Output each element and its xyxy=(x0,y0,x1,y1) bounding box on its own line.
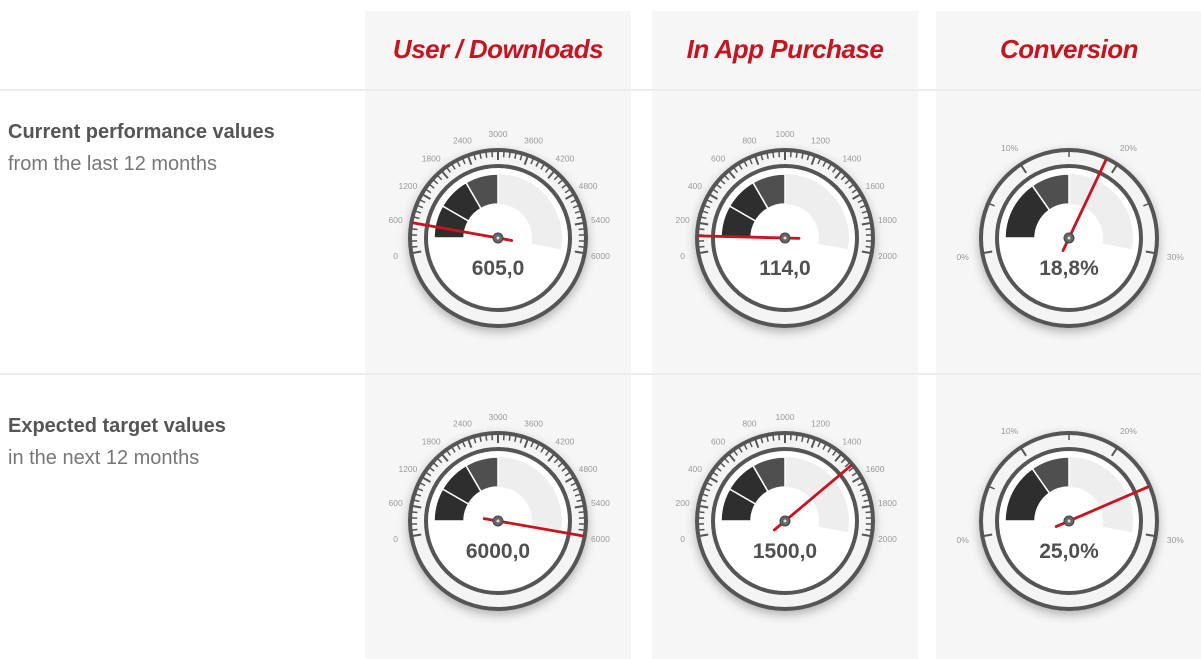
gauge-value: 18,8% xyxy=(1039,257,1099,280)
column-header-purchase: In App Purchase xyxy=(686,34,884,64)
gauge-tick xyxy=(697,245,705,248)
gauge-tick-label: 1200 xyxy=(811,418,830,428)
gauge-purchase-current: 0 200 400 600 800 1000 1200 1400 1600 1800 2000 11… xyxy=(660,113,910,363)
gauge-needle-hub-center xyxy=(783,519,787,523)
gauge-tick-label: 800 xyxy=(742,135,756,145)
gauge-dial: 0200400600800100012001400160018002000 xyxy=(675,412,897,611)
gauge-tick-label: 1400 xyxy=(842,153,861,163)
header-divider xyxy=(0,89,1201,91)
gauge-tick-label: 5400 xyxy=(591,498,610,508)
gauge-tick-label: 20% xyxy=(1120,143,1137,153)
gauge-tick-label: 600 xyxy=(388,498,402,508)
gauge-tick xyxy=(697,228,705,231)
gauge-tick xyxy=(508,150,511,158)
gauge-tick xyxy=(578,511,586,514)
gauge-tick-label: 20% xyxy=(1120,426,1137,436)
gauge-tick xyxy=(772,433,775,441)
gauge-conversion-target: 0% 10% 20% 30% 25,0% xyxy=(944,396,1194,646)
gauge-dial: 0%10% 20%30% xyxy=(956,143,1184,328)
gauge-tick-label: 3000 xyxy=(489,129,508,139)
gauge-tick xyxy=(410,245,418,248)
gauge-tick xyxy=(865,528,873,531)
gauge-dial: 0%10% 20%30% xyxy=(956,426,1184,611)
row-label-target: Expected target values in the next 12 mo… xyxy=(8,410,226,474)
gauge-tick-label: 1000 xyxy=(776,129,795,139)
gauge-tick-label: 3600 xyxy=(524,418,543,428)
gauge-tick xyxy=(410,528,418,531)
gauge-tick xyxy=(697,528,705,531)
gauge-tick xyxy=(795,150,798,158)
gauge-value: 605,0 xyxy=(471,257,525,280)
gauge-tick-label: 600 xyxy=(388,215,402,225)
gauge-tick xyxy=(772,150,775,158)
gauge-tick-label: 2400 xyxy=(453,418,472,428)
gauge-tick-label: 10% xyxy=(1001,426,1018,436)
gauge-dial: 0200400600800100012001400160018002000 xyxy=(675,129,897,328)
row-label-current: Current performance values from the last… xyxy=(8,116,275,180)
gauge-tick-label: 1600 xyxy=(866,464,885,474)
gauge-tick-label: 5400 xyxy=(591,215,610,225)
gauge-tick-label: 10% xyxy=(1001,143,1018,153)
gauge-needle-hub-center xyxy=(1067,519,1071,523)
gauge-needle-hub-center xyxy=(1067,236,1071,240)
row-title-target: Expected target values xyxy=(8,415,226,437)
gauge-needle-hub-center xyxy=(783,236,787,240)
gauge-tick-label: 1800 xyxy=(878,215,897,225)
gauge-downloads-target: 0 600 1200 1800 2400 3000 3600 4200 4800 5400 6000… xyxy=(373,396,623,646)
gauge-tick-label: 1800 xyxy=(422,436,441,446)
gauge-tick xyxy=(578,528,586,531)
gauge-tick-label: 400 xyxy=(688,464,702,474)
gauge-tick xyxy=(697,511,705,514)
gauge-tick xyxy=(410,511,418,514)
gauge-tick-label: 4800 xyxy=(579,181,598,191)
gauge-tick-label: 200 xyxy=(675,498,689,508)
gauge-tick xyxy=(485,150,488,158)
gauge-tick xyxy=(410,228,418,231)
row-subtitle-current: from the last 12 months xyxy=(8,153,217,175)
gauge-dial: 0600120018002400300036004200480054006000 xyxy=(388,129,610,328)
gauge-tick-label: 600 xyxy=(711,436,725,446)
gauge-tick xyxy=(578,245,586,248)
gauge-tick xyxy=(795,433,798,441)
row-divider xyxy=(0,373,1201,375)
gauge-purchase-target: 0 200 400 600 800 1000 1200 1400 1600 1800 2000 15… xyxy=(660,396,910,646)
gauge-tick-label: 1800 xyxy=(422,153,441,163)
gauge-tick-label: 1200 xyxy=(398,464,417,474)
column-header-conversion: Conversion xyxy=(999,34,1139,64)
gauge-tick-label: 1400 xyxy=(842,436,861,446)
gauge-tick xyxy=(508,433,511,441)
gauge-needle-hub-center xyxy=(496,236,500,240)
gauge-tick xyxy=(578,228,586,231)
gauge-tick-label: 4200 xyxy=(555,436,574,446)
gauge-tick-label: 2400 xyxy=(453,135,472,145)
gauge-tick-label: 1600 xyxy=(866,181,885,191)
gauge-value: 25,0% xyxy=(1039,540,1099,563)
gauge-value: 6000,0 xyxy=(465,540,531,563)
gauge-tick xyxy=(865,511,873,514)
gauge-value: 114,0 xyxy=(759,257,811,280)
gauge-tick-label: 200 xyxy=(675,215,689,225)
gauge-dial: 0600120018002400300036004200480054006000 xyxy=(388,412,610,611)
gauge-tick-label: 4200 xyxy=(555,153,574,163)
gauge-tick-label: 1000 xyxy=(776,412,795,422)
gauge-tick-label: 1200 xyxy=(398,181,417,191)
gauge-tick-label: 800 xyxy=(742,418,756,428)
gauge-value: 1500,0 xyxy=(752,540,818,563)
gauge-needle-hub-center xyxy=(496,519,500,523)
column-header-downloads: User / Downloads xyxy=(392,34,604,64)
gauge-tick-label: 4800 xyxy=(579,464,598,474)
gauge-tick-label: 600 xyxy=(711,153,725,163)
gauge-tick xyxy=(865,228,873,231)
gauge-conversion-current: 0% 10% 20% 30% 18,8% xyxy=(944,113,1194,363)
gauge-tick-label: 3600 xyxy=(524,135,543,145)
gauge-tick-label: 400 xyxy=(688,181,702,191)
gauge-tick xyxy=(485,433,488,441)
gauge-tick xyxy=(865,245,873,248)
row-title-current: Current performance values xyxy=(8,121,275,143)
gauge-downloads-current: 0 600 1200 1800 2400 3000 3600 4200 4800 5400 6000… xyxy=(373,113,623,363)
gauge-tick-label: 1800 xyxy=(878,498,897,508)
gauge-tick-label: 1200 xyxy=(811,135,830,145)
gauge-tick-label: 3000 xyxy=(489,412,508,422)
row-subtitle-target: in the next 12 months xyxy=(8,447,200,469)
